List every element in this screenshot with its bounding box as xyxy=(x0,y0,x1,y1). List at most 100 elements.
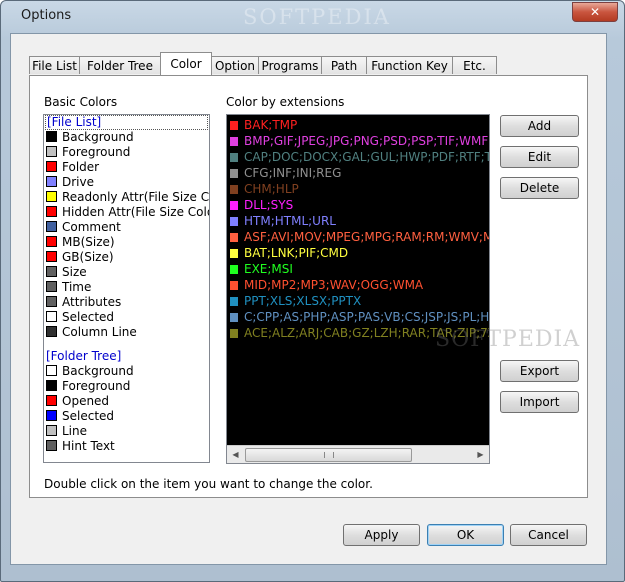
extension-item-label: PPT;XLS;XLSX;PPTX xyxy=(244,294,362,308)
color-swatch xyxy=(46,236,57,247)
scroll-left-icon[interactable]: ◀ xyxy=(227,446,244,463)
import-button[interactable]: Import xyxy=(500,391,579,413)
color-item[interactable]: Time xyxy=(44,280,209,295)
basic-colors-list[interactable]: [File List] Background Foreground Folder Dr… xyxy=(43,114,210,463)
color-swatch xyxy=(46,395,57,406)
title-bar[interactable]: Options SOFTPEDIA ✕ xyxy=(1,1,624,29)
color-item[interactable]: Opened xyxy=(44,394,209,409)
color-swatch xyxy=(46,161,57,172)
color-item[interactable]: Folder xyxy=(44,160,209,175)
watermark-overlay: SOFTPEDIA xyxy=(435,327,581,352)
close-button[interactable]: ✕ xyxy=(572,2,618,22)
color-swatch xyxy=(230,233,238,242)
tab-file-list[interactable]: File List xyxy=(29,56,80,74)
tab-programs[interactable]: Programs xyxy=(258,56,322,74)
color-item[interactable]: Foreground xyxy=(44,145,209,160)
color-item-label: Size xyxy=(62,265,87,279)
extension-colors-label: Color by extensions xyxy=(226,95,345,109)
color-swatch xyxy=(230,121,238,130)
color-item[interactable]: Column Line xyxy=(44,325,209,340)
hint-text: Double click on the item you want to cha… xyxy=(44,477,373,491)
color-swatch xyxy=(46,131,57,142)
color-item-label: Hidden Attr(File Size Color) xyxy=(62,205,210,219)
extension-item[interactable]: ASF;AVI;MOV;MPEG;MPG;RAM;RM;WMV;MP4 xyxy=(227,229,489,245)
color-swatch xyxy=(230,153,238,162)
color-item[interactable]: Selected xyxy=(44,310,209,325)
color-item[interactable]: Selected xyxy=(44,409,209,424)
extension-item-label: BMP;GIF;JPEG;JPG;PNG;PSD;PSP;TIF;WMF xyxy=(244,134,489,148)
color-item[interactable]: Size xyxy=(44,265,209,280)
edit-button[interactable]: Edit xyxy=(500,146,579,168)
color-swatch xyxy=(230,201,238,210)
group-header-file-list[interactable]: [File List] xyxy=(45,115,208,130)
color-item[interactable]: Hint Text xyxy=(44,439,209,454)
color-swatch xyxy=(46,365,57,376)
color-swatch xyxy=(230,297,238,306)
tab-path[interactable]: Path xyxy=(321,56,367,74)
extension-item[interactable]: PPT;XLS;XLSX;PPTX xyxy=(227,293,489,309)
cancel-button[interactable]: Cancel xyxy=(510,524,587,546)
extension-item-label: BAT;LNK;PIF;CMD xyxy=(244,246,349,260)
extension-item[interactable]: BAK;TMP xyxy=(227,117,489,133)
export-button[interactable]: Export xyxy=(500,360,579,382)
color-item-label: Background xyxy=(62,364,134,378)
color-item[interactable]: Line xyxy=(44,424,209,439)
color-item[interactable]: Comment xyxy=(44,220,209,235)
delete-button[interactable]: Delete xyxy=(500,177,579,199)
tab-etc[interactable]: Etc. xyxy=(452,56,497,74)
tab-function-key[interactable]: Function Key xyxy=(366,56,453,74)
color-item[interactable]: Drive xyxy=(44,175,209,190)
extension-item[interactable]: BAT;LNK;PIF;CMD xyxy=(227,245,489,261)
group-header-folder-tree[interactable]: [Folder Tree] xyxy=(44,349,209,364)
color-swatch xyxy=(230,281,238,290)
tab-color[interactable]: Color xyxy=(160,52,212,75)
apply-button[interactable]: Apply xyxy=(343,524,420,546)
extension-item-label: CHM;HLP xyxy=(244,182,299,196)
color-item-label: Time xyxy=(62,280,92,294)
extension-item[interactable]: DLL;SYS xyxy=(227,197,489,213)
color-item[interactable]: Background xyxy=(44,130,209,145)
color-swatch xyxy=(230,265,238,274)
color-item-label: Drive xyxy=(62,175,94,189)
color-item[interactable]: GB(Size) xyxy=(44,250,209,265)
color-swatch xyxy=(46,440,57,451)
extension-item[interactable]: EXE;MSI xyxy=(227,261,489,277)
extension-rows: BAK;TMP BMP;GIF;JPEG;JPG;PNG;PSD;PSP;TIF;… xyxy=(227,115,489,446)
extension-colors-list[interactable]: BAK;TMP BMP;GIF;JPEG;JPG;PNG;PSD;PSP;TIF;… xyxy=(226,114,490,464)
extension-item-label: C;CPP;AS;PHP;ASP;PAS;VB;CS;JSP;JS;PL;H;H… xyxy=(244,310,489,324)
extension-item[interactable]: C;CPP;AS;PHP;ASP;PAS;VB;CS;JSP;JS;PL;H;H… xyxy=(227,309,489,325)
extension-item[interactable]: BMP;GIF;JPEG;JPG;PNG;PSD;PSP;TIF;WMF xyxy=(227,133,489,149)
color-item[interactable]: MB(Size) xyxy=(44,235,209,250)
extension-item-label: EXE;MSI xyxy=(244,262,293,276)
color-swatch xyxy=(230,185,238,194)
color-swatch xyxy=(230,249,238,258)
ok-button[interactable]: OK xyxy=(427,524,504,546)
extension-item[interactable]: CAP;DOC;DOCX;GAL;GUL;HWP;PDF;RTF;TXT xyxy=(227,149,489,165)
color-item-label: GB(Size) xyxy=(62,250,114,264)
tab-option[interactable]: Option xyxy=(211,56,259,74)
add-button[interactable]: Add xyxy=(500,115,579,137)
tab-folder-tree[interactable]: Folder Tree xyxy=(79,56,161,74)
color-item-label: Column Line xyxy=(62,325,137,339)
scroll-thumb[interactable] xyxy=(245,448,412,462)
horizontal-scrollbar[interactable]: ◀ ▶ xyxy=(227,445,489,463)
color-item-label: MB(Size) xyxy=(62,235,115,249)
color-item-label: Comment xyxy=(62,220,121,234)
color-swatch xyxy=(46,311,57,322)
scroll-right-icon[interactable]: ▶ xyxy=(472,446,489,463)
color-item[interactable]: Hidden Attr(File Size Color) xyxy=(44,205,209,220)
color-item[interactable]: Readonly Attr(File Size Colo xyxy=(44,190,209,205)
color-swatch xyxy=(46,266,57,277)
extension-item-label: HTM;HTML;URL xyxy=(244,214,336,228)
color-item[interactable]: Attributes xyxy=(44,295,209,310)
color-item[interactable]: Foreground xyxy=(44,379,209,394)
extension-item[interactable]: CHM;HLP xyxy=(227,181,489,197)
extension-item[interactable]: CFG;INF;INI;REG xyxy=(227,165,489,181)
grip-icon xyxy=(324,452,334,458)
extension-item-label: BAK;TMP xyxy=(244,118,298,132)
color-swatch xyxy=(230,329,238,338)
color-swatch xyxy=(46,281,57,292)
color-item[interactable]: Background xyxy=(44,364,209,379)
extension-item[interactable]: MID;MP2;MP3;WAV;OGG;WMA xyxy=(227,277,489,293)
extension-item[interactable]: HTM;HTML;URL xyxy=(227,213,489,229)
